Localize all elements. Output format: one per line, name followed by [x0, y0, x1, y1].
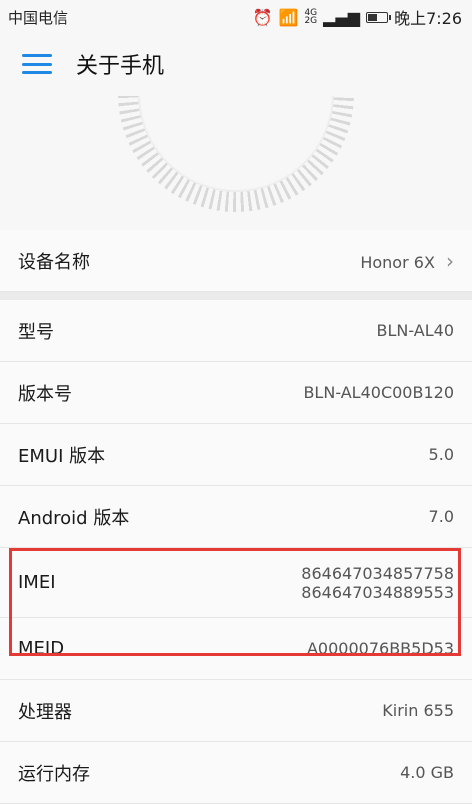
dial-icon [118, 96, 354, 212]
meid-label: MEID [18, 638, 65, 659]
device-dial-graphic [0, 96, 472, 230]
emui-version-value: 5.0 [428, 445, 454, 464]
model-value: BLN-AL40 [376, 321, 455, 340]
imei-row: IMEI 864647034857758 864647034889553 [0, 548, 472, 618]
android-version-label: Android 版本 [18, 507, 130, 529]
processor-row: 处理器 Kirin 655 [0, 680, 472, 742]
android-version-value: 7.0 [428, 507, 454, 526]
build-number-label: 版本号 [18, 383, 72, 405]
imei-label: IMEI [18, 572, 56, 593]
chevron-right-icon: › [446, 248, 454, 273]
processor-label: 处理器 [18, 701, 72, 723]
menu-button[interactable] [22, 52, 52, 76]
device-name-row[interactable]: 设备名称 Honor 6X › [0, 230, 472, 292]
meid-value: A0000076BB5D53 [306, 639, 454, 658]
emui-version-row: EMUI 版本 5.0 [0, 424, 472, 486]
device-info-list: 型号 BLN-AL40 版本号 BLN-AL40C00B120 EMUI 版本 … [0, 300, 472, 804]
status-bar: 中国电信 ⏰ 📶 4G 2G ▂▄▆ 晚上7:26 [0, 0, 472, 32]
signal-icon: ▂▄▆ [323, 7, 361, 27]
processor-value: Kirin 655 [382, 701, 454, 720]
imei-value-2: 864647034889553 [301, 582, 454, 602]
device-name-value: Honor 6X [360, 252, 435, 272]
emui-version-label: EMUI 版本 [18, 445, 106, 467]
page-title: 关于手机 [76, 54, 165, 79]
battery-icon [366, 11, 392, 23]
section-divider [0, 292, 472, 300]
model-label: 型号 [18, 321, 54, 343]
ram-row: 运行内存 4.0 GB [0, 742, 472, 804]
android-version-row: Android 版本 7.0 [0, 486, 472, 548]
ram-value: 4.0 GB [400, 763, 454, 782]
imei-value-1: 864647034857758 [301, 563, 454, 583]
model-row: 型号 BLN-AL40 [0, 300, 472, 362]
network-type-indicator: 4G 2G [304, 8, 318, 26]
build-number-value: BLN-AL40C00B120 [303, 383, 454, 402]
build-number-row[interactable]: 版本号 BLN-AL40C00B120 [0, 362, 472, 424]
alarm-icon: ⏰ [252, 7, 273, 27]
wifi-icon: 📶 [278, 7, 299, 27]
ram-label: 运行内存 [18, 763, 90, 785]
app-bar: 关于手机 [0, 32, 472, 96]
carrier-name: 中国电信 [8, 9, 69, 27]
device-name-label: 设备名称 [18, 251, 90, 273]
meid-row: MEID A0000076BB5D53 [0, 618, 472, 680]
status-time: 晚上7:26 [394, 9, 462, 28]
